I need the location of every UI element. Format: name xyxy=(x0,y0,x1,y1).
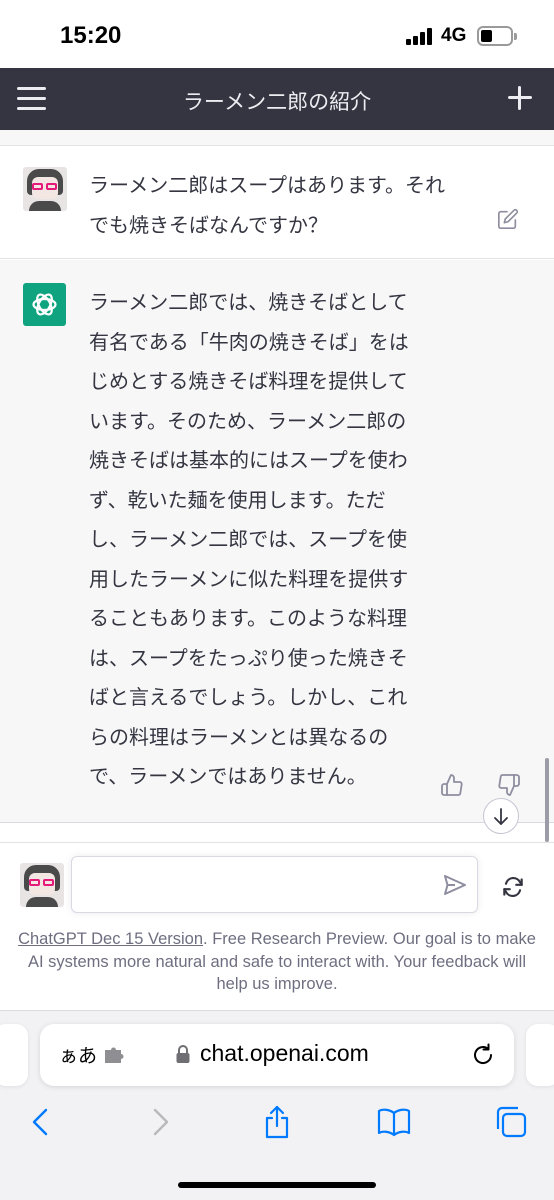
extension-icon[interactable] xyxy=(104,1046,126,1064)
network-type: 4G xyxy=(441,25,467,46)
arrow-down-icon xyxy=(494,808,508,825)
scrollbar[interactable] xyxy=(545,758,549,842)
forward-icon[interactable] xyxy=(143,1105,177,1139)
refresh-icon[interactable] xyxy=(500,874,526,900)
assistant-message-line: は、スープをたっぷり使った焼きそ xyxy=(89,645,408,670)
disclaimer: ChatGPT Dec 15 Version. Free Research Pr… xyxy=(16,928,538,996)
previous-message-edge xyxy=(0,130,554,146)
bookmarks-icon[interactable] xyxy=(377,1105,411,1139)
cellular-signal-icon xyxy=(406,28,434,45)
plus-icon[interactable] xyxy=(506,84,534,112)
url-text: chat.openai.com xyxy=(200,1040,369,1066)
app-header: ラーメン二郎の紹介 xyxy=(0,68,554,130)
battery-icon xyxy=(477,26,517,46)
status-time: 15:20 xyxy=(60,22,122,49)
assistant-message-line: います。そのため、ラーメン二郎の xyxy=(89,408,407,433)
page-settings-button[interactable]: ぁあ xyxy=(59,1041,97,1068)
assistant-message-text: ラーメン二郎では、焼きそばとして 有名である「牛肉の焼きそば」をは じめとする焼… xyxy=(89,283,409,797)
battery-fill xyxy=(481,30,492,42)
assistant-message-line: 有名である「牛肉の焼きそば」をは xyxy=(89,329,409,354)
assistant-message-line: し、ラーメン二郎では、スープを使 xyxy=(89,527,407,551)
user-message-text: ラーメン二郎はスープはあります。それ でも焼きそばなんですか？ xyxy=(89,166,445,245)
assistant-message-line: ることもあります。このような料理 xyxy=(89,606,407,630)
tabs-icon[interactable] xyxy=(494,1105,528,1139)
user-message-line: でも焼きそばなんですか？ xyxy=(89,212,328,237)
user-avatar xyxy=(23,167,67,211)
send-icon[interactable] xyxy=(444,875,466,895)
back-icon[interactable] xyxy=(24,1105,58,1139)
openai-logo-icon xyxy=(23,283,66,326)
home-indicator xyxy=(178,1182,376,1188)
assistant-message-line: らの料理はラーメンとは異なるの xyxy=(89,724,389,749)
assistant-message-line: 用したラーメンに似た料理を提供す xyxy=(89,566,409,591)
assistant-message-line: ばと言えるでしょう。しかし、これ xyxy=(89,685,408,709)
user-avatar xyxy=(20,863,64,907)
address-bar[interactable]: ぁあ chat.openai.com xyxy=(40,1024,514,1086)
message-input[interactable] xyxy=(71,856,478,913)
assistant-message-line: 焼きそばは基本的にはスープを使わ xyxy=(89,448,408,472)
assistant-message: ラーメン二郎では、焼きそばとして 有名である「牛肉の焼きそば」をは じめとする焼… xyxy=(0,260,554,823)
user-message-line: ラーメン二郎はスープはあります。それ xyxy=(89,173,445,197)
thumbs-up-icon[interactable] xyxy=(440,773,464,797)
pencil-square-icon[interactable] xyxy=(497,208,519,230)
thumbs-down-icon[interactable] xyxy=(497,773,521,797)
assistant-message-line: じめとする焼きそば料理を提供して xyxy=(89,369,408,393)
assistant-message-line: ラーメン二郎では、焼きそばとして xyxy=(89,290,408,314)
next-tab-preview[interactable] xyxy=(526,1024,554,1086)
previous-tab-preview[interactable] xyxy=(0,1024,28,1086)
version-link[interactable]: ChatGPT Dec 15 Version xyxy=(18,930,203,948)
composer: ChatGPT Dec 15 Version. Free Research Pr… xyxy=(0,842,554,1010)
status-bar: 15:20 4G xyxy=(0,0,554,68)
assistant-message-line: ず、乾いた麺を使用します。ただ xyxy=(89,487,386,512)
conversation-title: ラーメン二郎の紹介 xyxy=(182,90,372,114)
assistant-message-line: で、ラーメンではありません。 xyxy=(89,764,367,788)
browser-toolbar: ぁあ chat.openai.com xyxy=(0,1010,554,1200)
scroll-to-bottom-button[interactable] xyxy=(483,798,519,834)
lock-icon xyxy=(176,1045,190,1063)
user-message: ラーメン二郎はスープはあります。それ でも焼きそばなんですか？ xyxy=(0,146,554,259)
reload-icon[interactable] xyxy=(470,1042,496,1068)
share-icon[interactable] xyxy=(260,1105,294,1139)
